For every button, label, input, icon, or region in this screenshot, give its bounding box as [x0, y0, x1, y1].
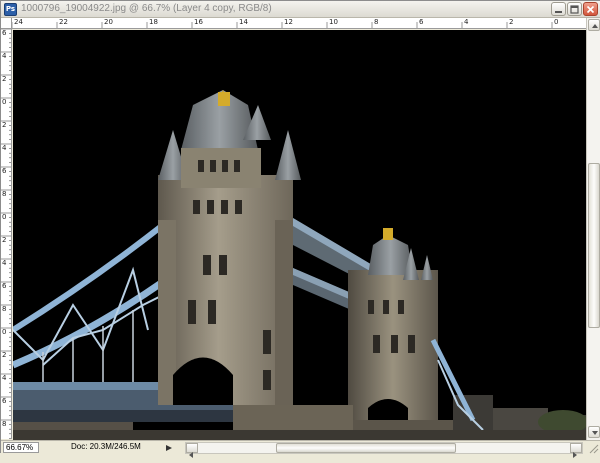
photoshop-document-window: Ps 1000796_19004922.jpg @ 66.7% (Layer 4… [0, 0, 600, 458]
ruler-origin[interactable] [1, 18, 12, 29]
scroll-up-button[interactable] [588, 19, 600, 31]
close-button[interactable] [583, 2, 598, 16]
ruler-label: 0 [554, 18, 559, 26]
ruler-label: 6 [2, 397, 7, 405]
ruler-label: 2 [509, 18, 514, 26]
tower-bridge-image [13, 90, 586, 440]
ruler-label: 2 [2, 351, 7, 359]
scroll-left-button[interactable] [186, 443, 198, 458]
ruler-label: 8 [374, 18, 379, 26]
arrow-up-icon [592, 24, 598, 28]
scroll-right-button[interactable] [570, 443, 582, 458]
horizontal-scrollbar[interactable] [185, 442, 583, 458]
horizontal-ruler-ticks [12, 22, 553, 28]
ruler-label: 0 [2, 98, 7, 106]
status-bar: 66.67% Doc: 20.3M/246.5M [1, 440, 600, 458]
ruler-label: 2 [2, 121, 7, 129]
maximize-icon [570, 5, 579, 14]
ruler-label: 2 [2, 236, 7, 244]
ruler-label: 18 [149, 18, 158, 26]
arrow-left-icon [189, 452, 193, 458]
photoshop-icon: Ps [4, 3, 17, 16]
ruler-label: 0 [2, 213, 7, 221]
ruler-label: 8 [2, 305, 7, 313]
ruler-label: 16 [194, 18, 203, 26]
horizontal-scroll-thumb[interactable] [276, 443, 456, 453]
ruler-label: 22 [59, 18, 68, 26]
scroll-down-button[interactable] [588, 426, 600, 438]
resize-grip-icon[interactable] [587, 442, 599, 454]
ruler-label: 4 [2, 52, 7, 60]
ruler-label: 4 [2, 144, 7, 152]
ruler-label: 24 [14, 18, 23, 26]
ruler-label: 6 [2, 29, 7, 37]
ruler-label: 6 [2, 282, 7, 290]
horizontal-ruler[interactable]: 24 22 20 18 16 14 12 10 8 6 4 2 0 [12, 18, 586, 29]
ruler-label: 4 [2, 259, 7, 267]
window-title: 1000796_19004922.jpg @ 66.7% (Layer 4 co… [21, 3, 272, 14]
ruler-label: 4 [2, 374, 7, 382]
document-size-info[interactable]: Doc: 20.3M/246.5M [71, 442, 161, 453]
ruler-label: 14 [239, 18, 248, 26]
ruler-label: 4 [464, 18, 469, 26]
ruler-label: 20 [104, 18, 113, 26]
ruler-label: 8 [2, 420, 7, 428]
minimize-button[interactable] [551, 2, 566, 16]
ruler-label: 10 [329, 18, 338, 26]
ruler-label: 12 [284, 18, 293, 26]
document-canvas[interactable] [13, 30, 586, 440]
title-bar[interactable]: Ps 1000796_19004922.jpg @ 66.7% (Layer 4… [1, 1, 600, 18]
arrow-down-icon [592, 431, 598, 435]
status-menu-arrow-icon[interactable] [165, 443, 173, 453]
close-icon [586, 5, 595, 14]
vertical-ruler[interactable]: 6 4 2 0 2 4 6 8 0 2 4 6 8 0 2 4 6 8 [1, 29, 12, 439]
ruler-label: 8 [2, 190, 7, 198]
ruler-label: 6 [2, 167, 7, 175]
ruler-label: 2 [2, 75, 7, 83]
minimize-icon [555, 11, 562, 13]
arrow-right-icon [573, 452, 577, 458]
ruler-label: 0 [2, 328, 7, 336]
vertical-scroll-thumb[interactable] [588, 163, 600, 328]
zoom-level-field[interactable]: 66.67% [3, 442, 39, 453]
vertical-scrollbar[interactable] [586, 18, 600, 440]
ruler-label: 6 [419, 18, 424, 26]
maximize-button[interactable] [567, 2, 582, 16]
